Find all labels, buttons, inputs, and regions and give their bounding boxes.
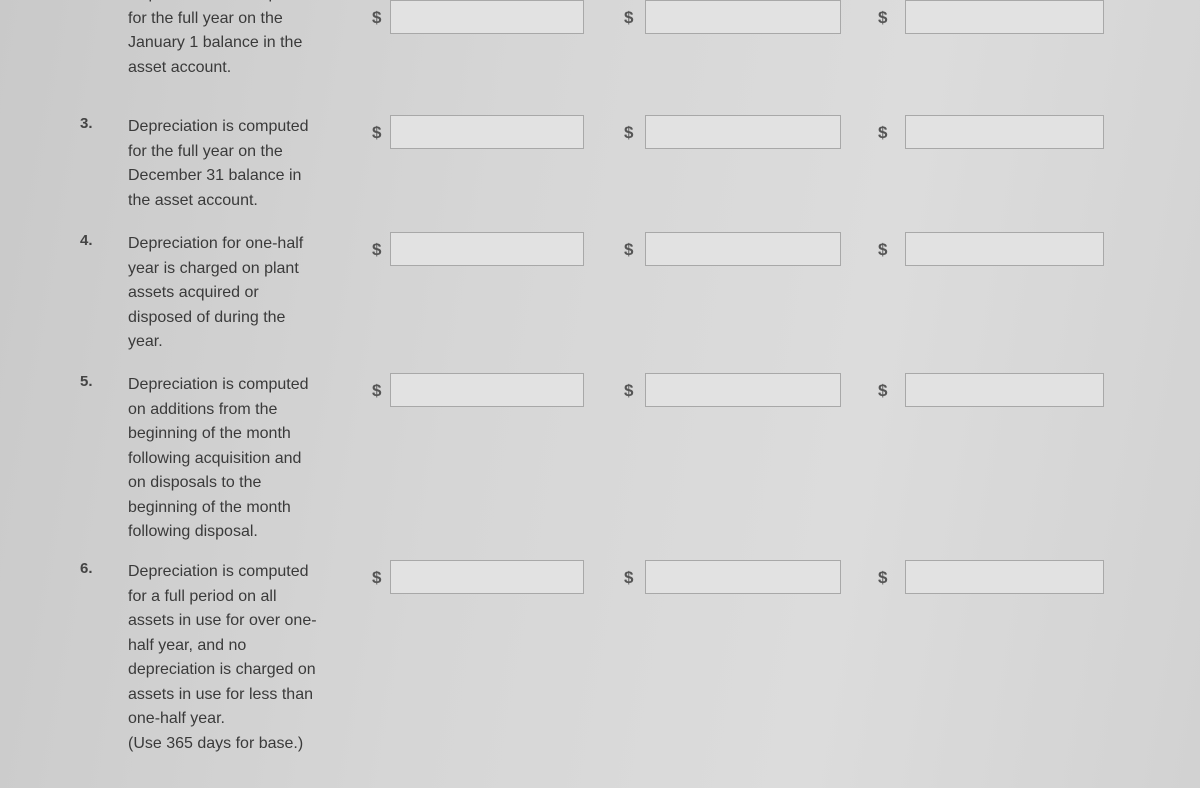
description-line: on additions from the [128,400,278,418]
dollar-sign: $ [372,240,382,259]
dollar-sign: $ [878,8,888,27]
dollar-sign: $ [372,123,382,142]
description-line: asset account. [128,58,232,76]
description-line: year is charged on plant [128,259,299,277]
amount-input-3[interactable] [905,373,1104,407]
amount-input-2[interactable] [645,232,841,266]
amount-input-1[interactable] [390,0,584,34]
dollar-sign: $ [878,381,888,400]
description-line: half year, and no [128,636,247,654]
amount-input-2[interactable] [645,0,841,34]
amount-input-1[interactable] [390,560,584,594]
dollar-sign: $ [878,568,888,587]
description-line: year. [128,333,163,350]
description-line: disposed of during the [128,308,286,326]
description-line: Depreciation is computed [128,118,309,135]
description-line: the asset account. [128,191,258,209]
item-description: Depreciation is computed for a full perio… [128,560,338,756]
amount-input-1[interactable] [390,232,584,266]
dollar-sign: $ [878,123,888,142]
description-line: depreciation is charged on [128,661,316,678]
amount-input-1[interactable] [390,373,584,407]
description-line: for the full year on the [128,9,283,27]
item-number: 5. [80,373,93,390]
description-line: assets in use for less than [128,685,313,703]
amount-input-2[interactable] [645,115,841,149]
dollar-sign: $ [624,123,634,142]
item-description: Depreciation is computed for the full yea… [128,0,338,80]
amount-input-3[interactable] [905,0,1104,34]
description-line: following disposal. [128,523,258,540]
item-description: Depreciation for one-half year is charged… [128,232,338,355]
amount-input-3[interactable] [905,232,1104,266]
description-line: assets acquired or [128,284,259,301]
amount-input-3[interactable] [905,560,1104,594]
dollar-sign: $ [624,568,634,587]
item-description: Depreciation is computed on additions fro… [128,373,338,545]
dollar-sign: $ [372,568,382,587]
description-line: following acquisition and [128,449,302,467]
amount-input-3[interactable] [905,115,1104,149]
description-line: Depreciation is computed [128,563,309,580]
description-line: for the full year on the [128,142,283,160]
item-description: Depreciation is computed for the full yea… [128,115,338,213]
dollar-sign: $ [624,8,634,27]
dollar-sign: $ [624,240,634,259]
item-number: 6. [80,560,93,577]
item-number: 4. [80,232,93,249]
description-line: for a full period on all [128,587,277,605]
dollar-sign: $ [372,381,382,400]
amount-input-2[interactable] [645,560,841,594]
description-line: January 1 balance in the [128,34,303,51]
description-line: assets in use for over one- [128,612,317,629]
dollar-sign: $ [878,240,888,259]
description-line: Depreciation is computed [128,0,338,7]
description-line: beginning of the month [128,425,291,442]
item-number: 3. [80,115,93,132]
description-line: (Use 365 days for base.) [128,734,304,752]
description-line: on disposals to the [128,474,262,491]
description-line: one-half year. [128,710,225,727]
description-line: Depreciation for one-half [128,235,304,252]
dollar-sign: $ [372,8,382,27]
description-line: beginning of the month [128,498,291,516]
amount-input-2[interactable] [645,373,841,407]
dollar-sign: $ [624,381,634,400]
amount-input-1[interactable] [390,115,584,149]
description-line: Depreciation is computed [128,376,309,393]
description-line: December 31 balance in [128,167,302,184]
